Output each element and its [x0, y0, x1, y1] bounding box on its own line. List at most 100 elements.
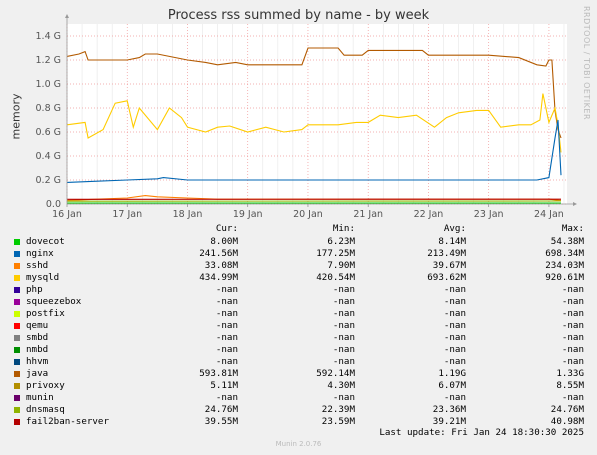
- legend-min: 420.54M: [316, 272, 355, 283]
- legend-min: 22.39M: [321, 404, 355, 415]
- legend-cur: 33.08M: [204, 260, 238, 271]
- legend-row-php: php -nan -nan -nan -nan: [0, 284, 597, 296]
- legend-avg: -nan: [443, 308, 466, 319]
- legend-avg: -nan: [443, 332, 466, 343]
- legend-avg: 39.67M: [432, 260, 466, 271]
- legend-swatch: [14, 299, 20, 305]
- legend-name: nmbd: [26, 344, 49, 355]
- x-tick-label: 17 Jan: [112, 209, 142, 220]
- legend-row-qemu: qemu -nan -nan -nan -nan: [0, 320, 597, 332]
- legend-min: -nan: [332, 308, 355, 319]
- legend-min: 4.30M: [327, 380, 355, 391]
- legend-max: 920.61M: [545, 272, 584, 283]
- legend-row-nginx: nginx 241.56M 177.25M 213.49M 698.34M: [0, 248, 597, 260]
- y-tick-label: 0.2 G: [36, 175, 62, 186]
- legend-swatch: [14, 287, 20, 293]
- legend-cur: -nan: [215, 320, 238, 331]
- legend-swatch: [14, 323, 20, 329]
- header-max: Max:: [561, 223, 584, 234]
- legend-avg: 693.62M: [427, 272, 466, 283]
- legend-name: php: [26, 284, 43, 295]
- legend-min: -nan: [332, 284, 355, 295]
- legend-cur: -nan: [215, 284, 238, 295]
- y-tick-label: 0.4 G: [36, 151, 62, 162]
- munin-version: Munin 2.0.76: [275, 440, 322, 448]
- legend-max: -nan: [561, 320, 584, 331]
- legend-name: qemu: [26, 320, 49, 331]
- legend-cur: 5.11M: [210, 380, 238, 391]
- x-axis-arrow: [573, 202, 577, 206]
- legend-cur: 434.99M: [199, 272, 238, 283]
- legend-swatch: [14, 263, 20, 269]
- legend-max: 698.34M: [545, 248, 584, 259]
- legend-name: java: [26, 368, 49, 379]
- legend-cur: -nan: [215, 344, 238, 355]
- y-tick-label: 1.4 G: [36, 31, 62, 42]
- legend-name: mysqld: [26, 272, 60, 283]
- legend-cur: -nan: [215, 392, 238, 403]
- chart-plot: 0.00.2 G0.4 G0.6 G0.8 G1.0 G1.2 G1.4 G16…: [36, 14, 577, 220]
- legend-max: -nan: [561, 344, 584, 355]
- legend-max: -nan: [561, 332, 584, 343]
- legend-max: -nan: [561, 392, 584, 403]
- legend-row-dovecot: dovecot 8.00M 6.23M 8.14M 54.38M: [0, 236, 597, 248]
- legend-min: 592.14M: [316, 368, 355, 379]
- x-tick-label: 21 Jan: [353, 209, 383, 220]
- legend-swatch: [14, 239, 20, 245]
- legend-row-squeezebox: squeezebox -nan -nan -nan -nan: [0, 296, 597, 308]
- legend-max: -nan: [561, 356, 584, 367]
- legend-row-mysqld: mysqld 434.99M 420.54M 693.62M 920.61M: [0, 272, 597, 284]
- legend-min: 6.23M: [327, 236, 355, 247]
- legend-swatch: [14, 359, 20, 365]
- legend-avg: -nan: [443, 356, 466, 367]
- legend-avg: -nan: [443, 392, 466, 403]
- x-tick-label: 22 Jan: [414, 209, 444, 220]
- legend-min: -nan: [332, 392, 355, 403]
- last-update: Last update: Fri Jan 24 18:30:30 2025: [379, 427, 584, 438]
- legend-cur: -nan: [215, 356, 238, 367]
- legend-avg: 23.36M: [432, 404, 466, 415]
- legend-swatch: [14, 419, 20, 425]
- legend-name: dnsmasq: [26, 404, 65, 415]
- legend-max: -nan: [561, 284, 584, 295]
- legend-swatch: [14, 395, 20, 401]
- legend-row-sshd: sshd 33.08M 7.90M 39.67M 234.03M: [0, 260, 597, 272]
- legend-cur: 8.00M: [210, 236, 238, 247]
- legend-max: 40.98M: [550, 416, 584, 427]
- legend-avg: -nan: [443, 296, 466, 307]
- legend-min: -nan: [332, 344, 355, 355]
- plot-area: [67, 24, 567, 204]
- legend-min: 23.59M: [321, 416, 355, 427]
- legend-avg: 8.14M: [438, 236, 466, 247]
- legend-max: 1.33G: [556, 368, 584, 379]
- legend-name: dovecot: [26, 236, 65, 247]
- legend-row-privoxy: privoxy 5.11M 4.30M 6.07M 8.55M: [0, 380, 597, 392]
- legend-cur: -nan: [215, 308, 238, 319]
- x-tick-label: 23 Jan: [474, 209, 504, 220]
- legend-row-postfix: postfix -nan -nan -nan -nan: [0, 308, 597, 320]
- x-tick-label: 19 Jan: [233, 209, 263, 220]
- legend-name: smbd: [26, 332, 49, 343]
- x-tick-label: 20 Jan: [293, 209, 323, 220]
- legend-swatch: [14, 407, 20, 413]
- legend-name: sshd: [26, 260, 49, 271]
- legend-name: fail2ban-server: [26, 416, 109, 427]
- legend-avg: -nan: [443, 344, 466, 355]
- legend-name: postfix: [26, 308, 65, 319]
- legend-min: -nan: [332, 356, 355, 367]
- x-tick-label: 18 Jan: [173, 209, 203, 220]
- legend-row-smbd: smbd -nan -nan -nan -nan: [0, 332, 597, 344]
- legend-cur: -nan: [215, 296, 238, 307]
- legend-swatch: [14, 311, 20, 317]
- legend-name: munin: [26, 392, 54, 403]
- legend-swatch: [14, 251, 20, 257]
- y-tick-label: 0.6 G: [36, 127, 62, 138]
- legend-max: 24.76M: [550, 404, 584, 415]
- legend-row-dnsmasq: dnsmasq 24.76M 22.39M 23.36M 24.76M: [0, 404, 597, 416]
- legend-min: 177.25M: [316, 248, 355, 259]
- legend-name: hhvm: [26, 356, 49, 367]
- y-axis-arrow: [65, 14, 69, 18]
- legend-avg: 213.49M: [427, 248, 466, 259]
- legend-name: nginx: [26, 248, 54, 259]
- legend-min: -nan: [332, 320, 355, 331]
